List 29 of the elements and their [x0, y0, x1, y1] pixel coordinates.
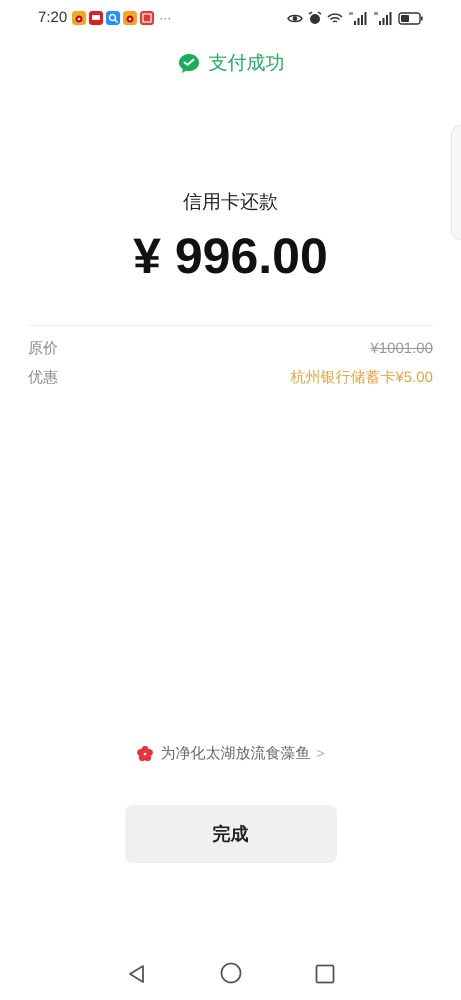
- search-app-icon: [106, 11, 120, 25]
- signal-icon: [348, 11, 368, 25]
- detail-value: 杭州银行储蓄卡¥5.00: [290, 368, 433, 388]
- more-notifications: ···: [159, 10, 172, 27]
- signal-icon: [373, 11, 393, 25]
- eye-app-icon: [72, 11, 86, 25]
- app-icon: [140, 11, 154, 25]
- flower-icon: [136, 744, 154, 763]
- app-icon: [89, 11, 104, 25]
- chevron: >: [316, 744, 325, 764]
- payment-amount: ¥ 996.00: [133, 231, 328, 281]
- alarm-icon: [308, 11, 322, 25]
- promo-text: 为净化太湖放流食藻鱼: [160, 744, 310, 764]
- detail-label: 优惠: [28, 368, 58, 388]
- promo-link[interactable]: 为净化太湖放流食藻鱼 >: [0, 742, 461, 765]
- battery-icon: [398, 12, 423, 24]
- page-title: 支付成功: [208, 52, 284, 76]
- wifi-icon: [327, 12, 343, 24]
- recents-icon[interactable]: [314, 964, 334, 984]
- payment-type: 信用卡还款: [183, 190, 278, 214]
- back-icon[interactable]: [126, 964, 146, 984]
- done-button[interactable]: 完成: [124, 805, 336, 863]
- detail-label: 原价: [28, 339, 58, 359]
- eye-icon: [287, 12, 303, 24]
- side-handle[interactable]: [451, 125, 461, 240]
- home-icon[interactable]: [220, 962, 242, 984]
- detail-value: ¥1001.00: [370, 339, 433, 359]
- status-time: 7:20: [38, 8, 68, 28]
- eye-app-icon: [123, 11, 138, 25]
